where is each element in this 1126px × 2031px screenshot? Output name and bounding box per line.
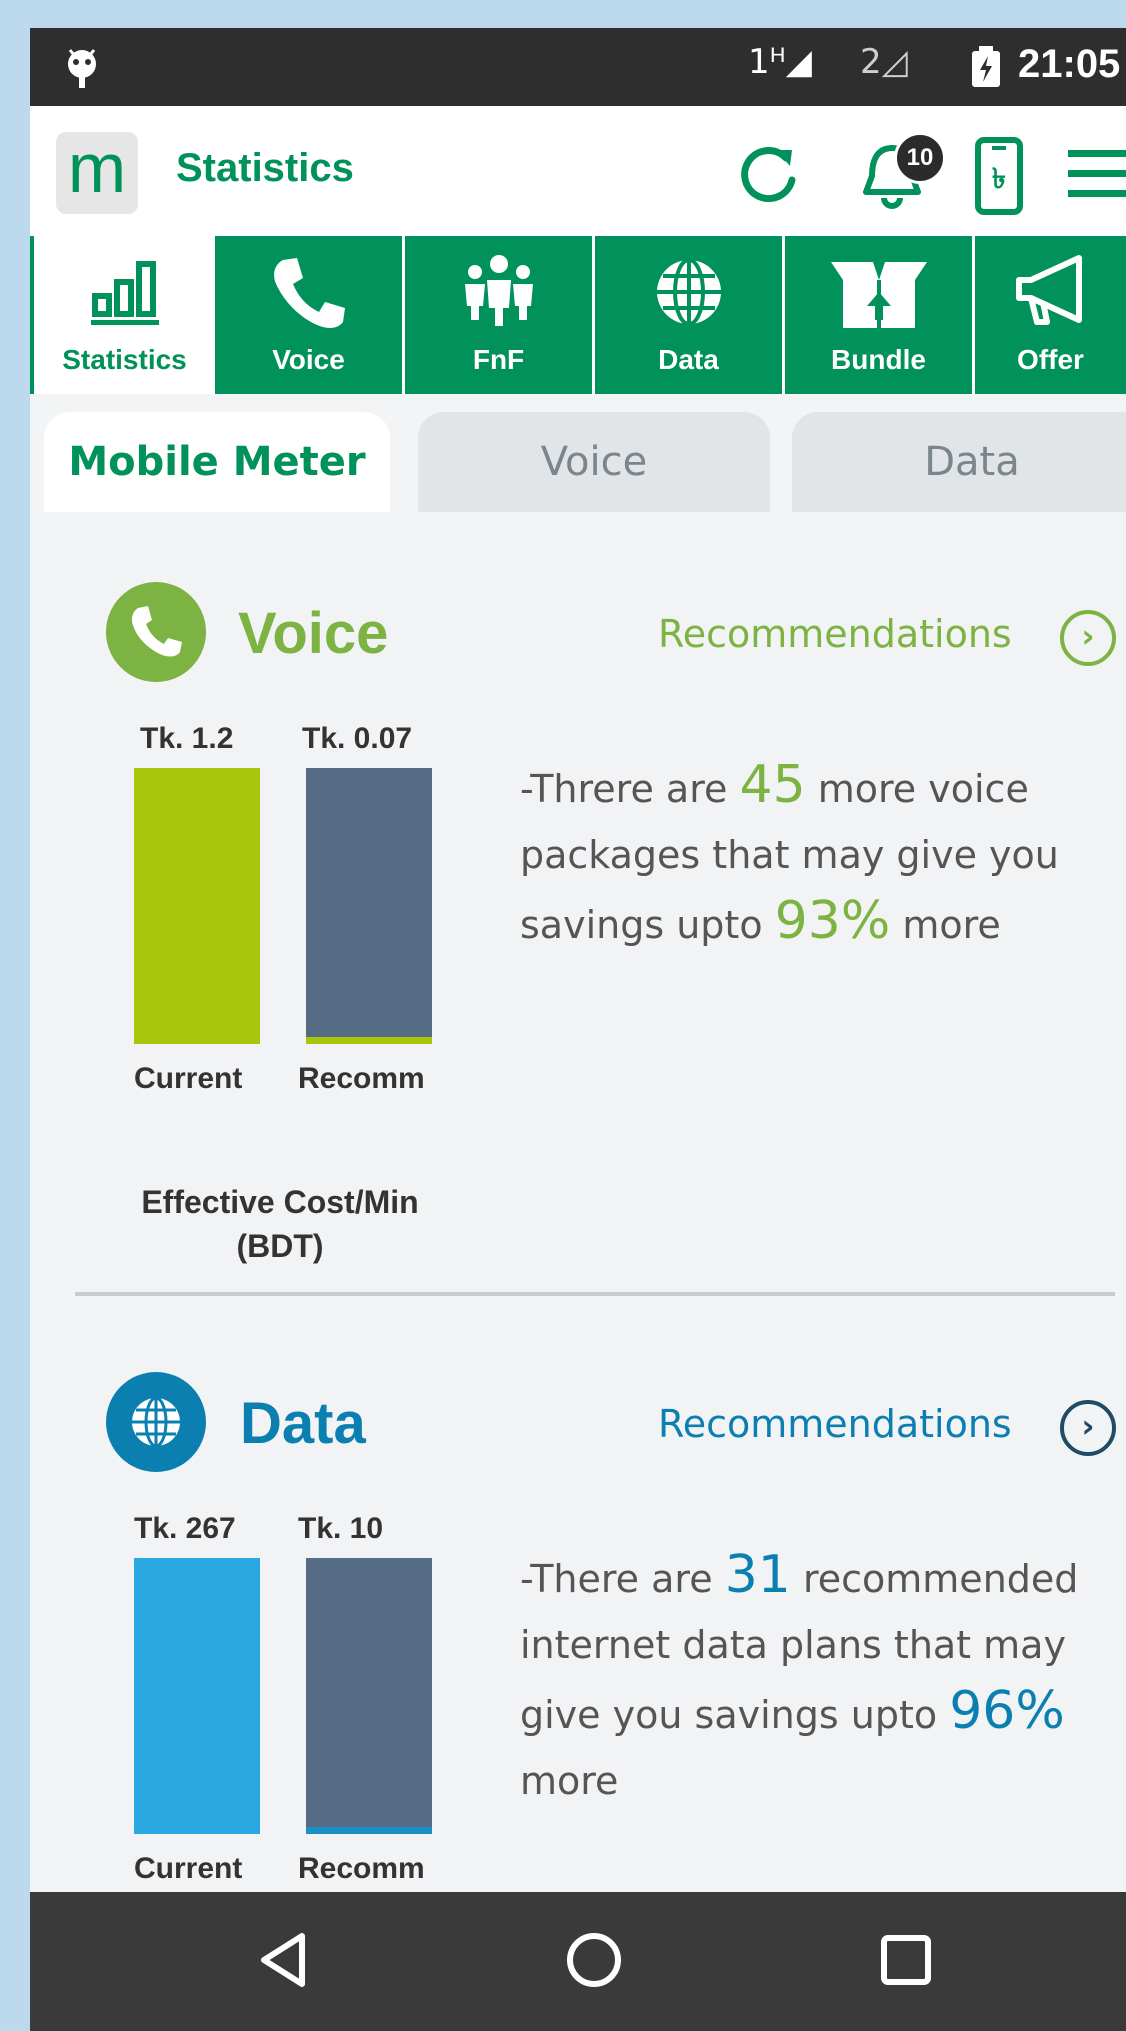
refresh-icon[interactable]	[730, 136, 804, 210]
tab-label: FnF	[472, 344, 525, 375]
desc-text: -Threre are	[520, 767, 728, 811]
voice-savings-percent: 93%	[774, 891, 891, 951]
voice-section-icon	[106, 582, 206, 682]
data-current-bar	[134, 1558, 260, 1834]
globe-icon	[656, 258, 721, 326]
data-recomm-bar	[306, 1558, 432, 1834]
system-nav-bar	[30, 1892, 1126, 2031]
mobile-meter-panel: Voice Recommendations › Tk. 1.2 Tk. 0.07…	[30, 512, 1126, 1932]
megaphone-icon	[1015, 255, 1082, 325]
voice-recomm-fill	[306, 1037, 432, 1044]
voice-recomm-label: Recomm	[298, 1062, 425, 1095]
voice-title: Voice	[238, 601, 389, 666]
chevron-right-icon[interactable]: ›	[1060, 1400, 1116, 1456]
data-current-value: Tk. 267	[134, 1512, 236, 1545]
chevron-right-icon[interactable]: ›	[1060, 610, 1116, 666]
notification-button[interactable]: 10	[852, 132, 946, 216]
recents-icon[interactable]	[876, 1930, 936, 1990]
tab-statistics[interactable]: Statistics	[30, 236, 215, 394]
clock: 21:05	[1018, 42, 1121, 86]
tab-mobile-meter[interactable]: Mobile Meter	[44, 412, 390, 512]
desc-text: more	[902, 903, 1001, 947]
bar-chart-icon	[90, 261, 159, 325]
caption-line: (BDT)	[236, 1228, 324, 1264]
back-icon[interactable]	[254, 1930, 314, 1990]
section-divider	[75, 1292, 1115, 1296]
phone-taka-icon[interactable]: ৳	[974, 136, 1024, 216]
data-recomm-fill	[306, 1827, 432, 1834]
tab-voice[interactable]: Voice	[215, 236, 402, 394]
voice-recomm-value: Tk. 0.07	[302, 722, 413, 755]
app-logo[interactable]: m	[56, 132, 138, 214]
tab-label: Offer	[1017, 344, 1084, 375]
menu-icon[interactable]	[1068, 136, 1126, 210]
tab-offer[interactable]: Offer	[975, 236, 1126, 394]
android-debug-icon	[68, 49, 96, 88]
sim2-signal: 2◿	[860, 42, 908, 82]
app-bar: m Statistics 10 ৳	[30, 106, 1126, 246]
svg-text:৳: ৳	[992, 162, 1006, 195]
voice-current-label: Current	[134, 1062, 243, 1095]
caption-line: Effective Cost/Min	[141, 1184, 419, 1220]
data-description: -There are 31 recommended internet data …	[520, 1542, 1110, 1814]
battery-icon	[972, 46, 1000, 87]
data-plan-count: 31	[724, 1545, 791, 1605]
voice-current-value: Tk. 1.2	[140, 722, 234, 755]
tab-label: Voice	[272, 344, 345, 375]
tab-label: Statistics	[62, 344, 187, 375]
notification-badge: 10	[894, 132, 946, 184]
voice-description: -Threre are 45 more voice packages that …	[520, 752, 1110, 958]
voice-recomm-bar	[306, 768, 432, 1044]
voice-package-count: 45	[739, 755, 806, 815]
data-recomm-label: Recomm	[298, 1852, 425, 1885]
data-title: Data	[240, 1391, 366, 1456]
main-nav-tabs: Statistics Voice FnF Data Bundle Offer	[30, 236, 1126, 394]
tab-data[interactable]: Data	[595, 236, 782, 394]
status-bar: 1ᴴ◢ 2◿ 21:05	[30, 28, 1126, 106]
sub-tabs: Mobile Meter Voice Data	[30, 412, 1126, 512]
data-savings-percent: 96%	[949, 1681, 1065, 1741]
box-icon	[830, 262, 927, 328]
voice-recommendations-link[interactable]: Recommendations	[658, 612, 1012, 656]
data-recommendations-link[interactable]: Recommendations	[658, 1402, 1012, 1446]
globe-icon	[132, 1396, 180, 1448]
desc-text: -There are	[520, 1557, 713, 1601]
page-title: Statistics	[176, 146, 354, 190]
tab-label: Data	[658, 344, 719, 375]
tab-bundle[interactable]: Bundle	[785, 236, 972, 394]
tab-voice-sub[interactable]: Voice	[418, 412, 770, 512]
data-current-label: Current	[134, 1852, 243, 1885]
desc-text: more	[520, 1759, 619, 1803]
tab-label: Bundle	[831, 344, 926, 375]
phone-screen: 1ᴴ◢ 2◿ 21:05 m Statistics 10 ৳ Statistic…	[30, 28, 1126, 2031]
data-recomm-value: Tk. 10	[298, 1512, 384, 1545]
people-icon	[464, 255, 533, 326]
home-icon[interactable]	[564, 1930, 624, 1990]
phone-icon	[273, 258, 345, 328]
data-section-icon	[106, 1372, 206, 1472]
sim1-signal: 1ᴴ◢	[748, 42, 812, 82]
voice-chart-caption: Effective Cost/Min (BDT)	[110, 1180, 450, 1268]
tab-fnf[interactable]: FnF	[405, 236, 592, 394]
voice-current-bar	[134, 768, 260, 1044]
phone-icon	[131, 606, 182, 657]
tab-data-sub[interactable]: Data	[792, 412, 1126, 512]
